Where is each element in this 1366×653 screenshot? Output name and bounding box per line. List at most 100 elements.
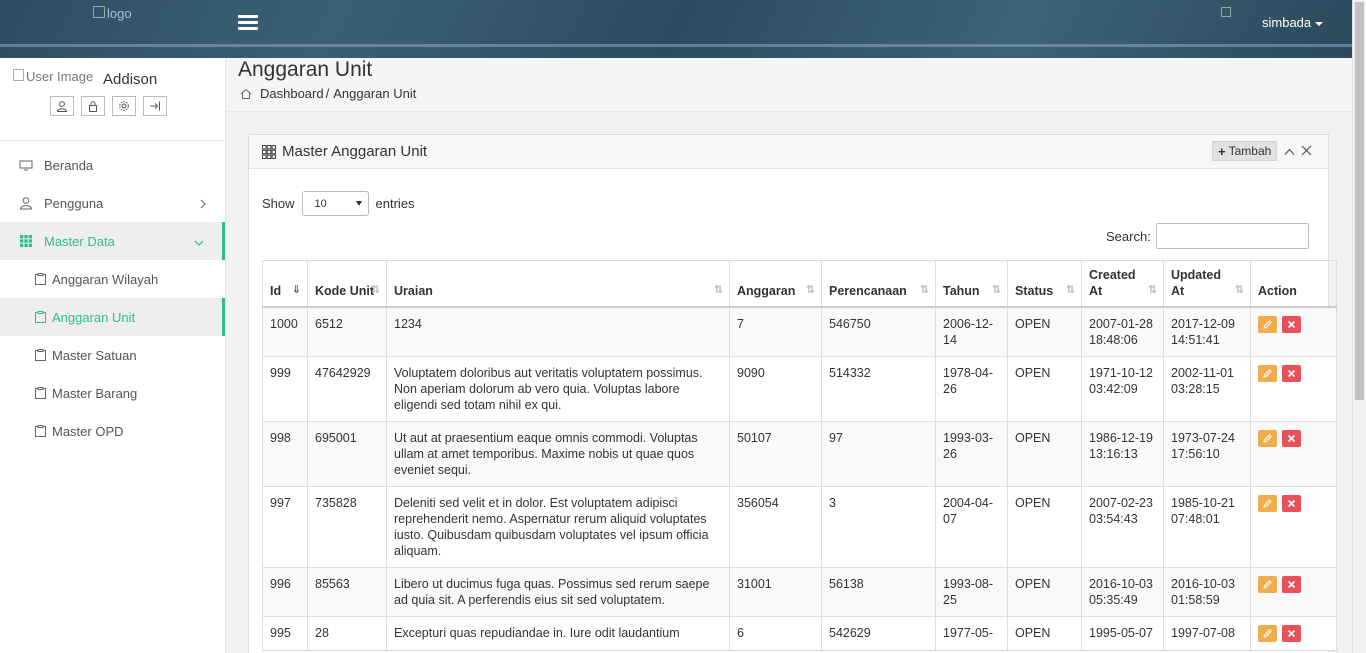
- search-input[interactable]: [1155, 223, 1309, 249]
- entries-select-value: 10: [314, 197, 327, 210]
- edit-button[interactable]: [1258, 625, 1277, 642]
- entries-select[interactable]: 10: [301, 191, 369, 216]
- column-header-label: Status: [1015, 284, 1054, 298]
- sidebar-subitem-master-barang[interactable]: Master Barang: [0, 374, 225, 412]
- logo[interactable]: logo: [93, 6, 153, 32]
- cell-kode: 695001: [307, 421, 387, 487]
- close-icon: [1287, 580, 1296, 589]
- avatar: User Image: [13, 69, 93, 84]
- sidebar-item-master-data[interactable]: Master Data: [0, 222, 225, 260]
- cell-created: 2007-02-23 03:54:43: [1081, 486, 1164, 568]
- table-row: 997 735828 Deleniti sed velit et in dolor.…: [262, 486, 1337, 568]
- delete-button[interactable]: [1282, 430, 1301, 447]
- column-header-status[interactable]: Status ⇅: [1007, 260, 1082, 308]
- row-actions: [1258, 576, 1329, 593]
- cell-tahun: 1978-04-26: [935, 356, 1008, 422]
- user-avatar: [1221, 7, 1241, 23]
- tambah-button[interactable]: + Tambah: [1212, 141, 1278, 161]
- close-icon[interactable]: [1301, 144, 1312, 159]
- sidebar-subitem-anggaran-wilayah[interactable]: Anggaran Wilayah: [0, 260, 225, 298]
- sidebar-item-label: Master Data: [44, 233, 115, 249]
- column-header-label: Anggaran: [737, 284, 796, 298]
- column-header-perencanaan[interactable]: Perencanaan ⇅: [821, 260, 936, 308]
- delete-button[interactable]: [1282, 316, 1301, 333]
- column-header-label: Updated At: [1171, 268, 1221, 298]
- user-menu-dropdown[interactable]: simbada: [1262, 15, 1324, 30]
- cell-kode: 28: [307, 616, 387, 651]
- chevron-up-icon[interactable]: [1284, 144, 1295, 159]
- plus-icon: +: [1218, 143, 1226, 159]
- edit-button[interactable]: [1258, 430, 1277, 447]
- cell-action: [1250, 616, 1337, 651]
- cell-id: 1000: [262, 306, 308, 357]
- sidebar-subitem-master-opd[interactable]: Master OPD: [0, 412, 225, 450]
- sidebar-subitem-master-satuan[interactable]: Master Satuan: [0, 336, 225, 374]
- clipboard-icon: [35, 387, 46, 399]
- cell-kode: 735828: [307, 486, 387, 568]
- column-header-anggaran[interactable]: Anggaran ⇅: [729, 260, 822, 308]
- tambah-label: Tambah: [1228, 144, 1272, 158]
- edit-button[interactable]: [1258, 576, 1277, 593]
- sort-icon: ⇅: [1234, 284, 1244, 296]
- logout-button[interactable]: [143, 96, 167, 116]
- cell-kode: 6512: [307, 306, 387, 357]
- column-header-created-at[interactable]: Created At ⇅: [1081, 260, 1164, 308]
- close-icon: [1287, 369, 1296, 378]
- column-header-uraian[interactable]: Uraian ⇅: [386, 260, 730, 308]
- delete-button[interactable]: [1282, 625, 1301, 642]
- monitor-icon: [19, 158, 35, 172]
- breadcrumb-current: Anggaran Unit: [333, 86, 417, 101]
- sidebar-item-beranda[interactable]: Beranda: [0, 146, 225, 184]
- avatar-alt-text: User Image: [26, 69, 94, 84]
- sidebar-toggle-button[interactable]: [238, 15, 258, 31]
- cell-tahun: 2006-12-14: [935, 306, 1008, 357]
- clipboard-icon: [35, 273, 46, 285]
- edit-button[interactable]: [1258, 495, 1277, 512]
- cell-tahun: 2004-04-07: [935, 486, 1008, 568]
- table-row: 995 28 Excepturi quas repudiandae in. Iure…: [262, 616, 1337, 651]
- entries-length-control: Show 10 entries: [262, 191, 415, 216]
- column-header-kode-unit[interactable]: Kode Unit ⇅: [307, 260, 387, 308]
- panel-title: Master Anggaran Unit: [262, 143, 427, 160]
- edit-button[interactable]: [1258, 365, 1277, 382]
- broken-image-icon: [1221, 7, 1231, 17]
- cell-tahun: 1977-05-: [935, 616, 1008, 651]
- settings-button[interactable]: [112, 96, 136, 116]
- column-header-label: Uraian: [394, 284, 433, 298]
- profile-button[interactable]: [50, 96, 74, 116]
- cell-kode: 85563: [307, 567, 387, 617]
- column-header-label: Kode Unit: [315, 284, 375, 298]
- cell-id: 999: [262, 356, 308, 422]
- sort-icon: ⇅: [1065, 284, 1075, 296]
- edit-icon: [1263, 629, 1272, 638]
- delete-button[interactable]: [1282, 495, 1301, 512]
- column-header-tahun[interactable]: Tahun ⇅: [935, 260, 1008, 308]
- breadcrumb-dashboard[interactable]: Dashboard: [260, 86, 324, 101]
- sort-icon: ⇅: [1147, 284, 1157, 296]
- cell-anggaran: 9090: [729, 356, 822, 422]
- cell-uraian: 1234: [386, 306, 730, 357]
- sidebar-subitem-anggaran-unit[interactable]: Anggaran Unit: [0, 298, 225, 336]
- column-header-id[interactable]: Id ⇓: [262, 260, 308, 308]
- edit-button[interactable]: [1258, 316, 1277, 333]
- cell-anggaran: 6: [729, 616, 822, 651]
- close-icon: [1287, 629, 1296, 638]
- page-scrollbar[interactable]: [1352, 0, 1366, 653]
- scrollbar-thumb[interactable]: [1355, 2, 1364, 400]
- sidebar-item-pengguna[interactable]: Pengguna: [0, 184, 225, 222]
- cell-updated: 1985-10-21 07:48:01: [1163, 486, 1251, 568]
- column-header-updated-at[interactable]: Updated At ⇅: [1163, 260, 1251, 308]
- panel-header: Master Anggaran Unit + Tambah: [249, 135, 1328, 169]
- cell-created: 1995-05-07: [1081, 616, 1164, 651]
- sort-icon: ⇅: [805, 284, 815, 296]
- column-header-label: Tahun: [943, 284, 980, 298]
- cell-uraian: Deleniti sed velit et in dolor. Est volu…: [386, 486, 730, 568]
- delete-button[interactable]: [1282, 576, 1301, 593]
- column-header-action: Action: [1250, 260, 1337, 308]
- grid-icon: [262, 144, 276, 159]
- logout-icon: [150, 101, 160, 111]
- lock-button[interactable]: [81, 96, 105, 116]
- cell-id: 998: [262, 421, 308, 487]
- delete-button[interactable]: [1282, 365, 1301, 382]
- table-row: 998 695001 Ut aut at praesentium eaque omn…: [262, 421, 1337, 487]
